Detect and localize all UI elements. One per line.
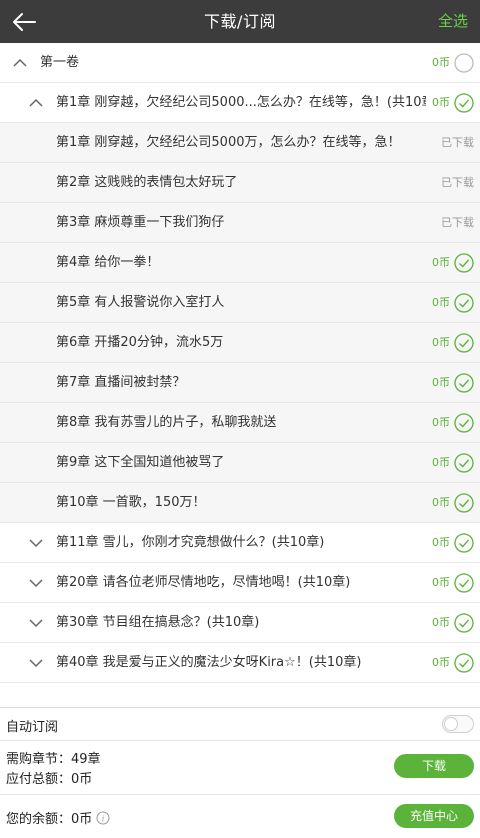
selected-check-icon[interactable] bbox=[454, 453, 474, 473]
selected-check-icon[interactable] bbox=[454, 493, 474, 513]
chapter-row[interactable]: 第6章 开播20分钟，流水5万 0币 bbox=[0, 323, 480, 363]
chapter-title: 第1章 刚穿越，欠经纪公司5000万，怎么办？在线等，急！ bbox=[56, 135, 401, 150]
auto-subscribe-toggle[interactable] bbox=[442, 715, 474, 733]
download-button[interactable]: 下载 bbox=[394, 754, 474, 778]
chapter-group-label: 第30章 节目组在搞悬念？(共10章) bbox=[56, 615, 260, 630]
chevron-down-icon[interactable] bbox=[28, 535, 44, 551]
chapter-title: 第10章 一首歌，150万！ bbox=[56, 495, 206, 510]
chapter-title: 第6章 开播20分钟，流水5万 bbox=[56, 335, 224, 350]
svg-text:i: i bbox=[102, 814, 105, 823]
volume-price: 0币 bbox=[432, 56, 450, 69]
toggle-knob bbox=[444, 717, 458, 731]
chevron-up-icon[interactable] bbox=[28, 95, 44, 111]
subscription-summary: 自动订阅 需购章节：49章 应付总额：0币 下载 您的余额：0币 i 充值中心 bbox=[0, 707, 480, 838]
chapter-title: 第4章 给你一拳！ bbox=[56, 255, 160, 270]
chapter-group-row[interactable]: 第40章 我是爱与正义的魔法少女呀Kira☆！(共10章) 0币 bbox=[0, 643, 480, 683]
chapter-title: 第9章 这下全国知道他被骂了 bbox=[56, 455, 225, 470]
chapter-group-row[interactable]: 第30章 节目组在搞悬念？(共10章) 0币 bbox=[0, 603, 480, 643]
chapter-title: 第5章 有人报警说你入室打人 bbox=[56, 295, 225, 310]
selected-check-icon[interactable] bbox=[454, 573, 474, 593]
chapter-row[interactable]: 第2章 这贱贱的表情包太好玩了 已下载 bbox=[0, 163, 480, 203]
chapter-price: 0币 bbox=[432, 256, 450, 269]
chapter-group-label: 第20章 请各位老师尽情地吃，尽情地喝！(共10章) bbox=[56, 575, 351, 590]
chapter-row[interactable]: 第4章 给你一拳！ 0币 bbox=[0, 243, 480, 283]
chapter-row[interactable]: 第3章 麻烦尊重一下我们狗仔 已下载 bbox=[0, 203, 480, 243]
divider bbox=[0, 794, 480, 795]
downloaded-status: 已下载 bbox=[441, 176, 474, 189]
chapter-price: 0币 bbox=[432, 496, 450, 509]
chapter-group-row[interactable]: 第1章 刚穿越，欠经纪公司5000...怎么办？在线等，急！(共10章) 0币 bbox=[0, 83, 480, 123]
chapter-group-price: 0币 bbox=[432, 616, 450, 629]
downloaded-status: 已下载 bbox=[441, 216, 474, 229]
chapter-group-price: 0币 bbox=[432, 656, 450, 669]
chapter-group-label: 第11章 雪儿，你刚才究竟想做什么？(共10章) bbox=[56, 535, 325, 550]
top-bar: 下载/订阅 全选 bbox=[0, 0, 480, 43]
downloaded-status: 已下载 bbox=[441, 136, 474, 149]
chapter-title: 第2章 这贱贱的表情包太好玩了 bbox=[56, 175, 238, 190]
chapter-row[interactable]: 第8章 我有苏雪儿的片子，私聊我就送 0币 bbox=[0, 403, 480, 443]
chapter-row[interactable]: 第10章 一首歌，150万！ 0币 bbox=[0, 483, 480, 523]
need-chapters: 需购章节：49章 bbox=[6, 752, 101, 767]
auto-subscribe-label: 自动订阅 bbox=[6, 720, 59, 735]
select-all-button[interactable]: 全选 bbox=[438, 0, 468, 43]
chevron-down-icon[interactable] bbox=[28, 655, 44, 671]
chevron-down-icon[interactable] bbox=[28, 575, 44, 591]
chevron-down-icon[interactable] bbox=[28, 615, 44, 631]
selected-check-icon[interactable] bbox=[454, 293, 474, 313]
selected-check-icon[interactable] bbox=[454, 93, 474, 113]
chapter-group-row[interactable]: 第20章 请各位老师尽情地吃，尽情地喝！(共10章) 0币 bbox=[0, 563, 480, 603]
chapter-row[interactable]: 第7章 直播间被封禁？ 0币 bbox=[0, 363, 480, 403]
total-amount: 应付总额：0币 bbox=[6, 772, 93, 787]
unselected-circle-icon[interactable] bbox=[454, 53, 474, 73]
info-icon[interactable]: i bbox=[96, 811, 110, 825]
selected-check-icon[interactable] bbox=[454, 373, 474, 393]
selected-check-icon[interactable] bbox=[454, 333, 474, 353]
balance-text: 您的余额：0币 bbox=[6, 812, 93, 827]
selected-check-icon[interactable] bbox=[454, 533, 474, 553]
chevron-up-icon[interactable] bbox=[12, 55, 28, 71]
chapter-row[interactable]: 第9章 这下全国知道他被骂了 0币 bbox=[0, 443, 480, 483]
chapter-group-price: 0币 bbox=[432, 536, 450, 549]
divider bbox=[0, 740, 480, 741]
chapter-price: 0币 bbox=[432, 416, 450, 429]
volume-row[interactable]: 第一卷 0币 bbox=[0, 43, 480, 83]
selected-check-icon[interactable] bbox=[454, 253, 474, 273]
chapter-row[interactable]: 第1章 刚穿越，欠经纪公司5000万，怎么办？在线等，急！ 已下载 bbox=[0, 123, 480, 163]
page-title: 下载/订阅 bbox=[204, 12, 276, 31]
selected-check-icon[interactable] bbox=[454, 413, 474, 433]
chapter-title: 第3章 麻烦尊重一下我们狗仔 bbox=[56, 215, 225, 230]
volume-label: 第一卷 bbox=[40, 55, 80, 70]
selected-check-icon[interactable] bbox=[454, 613, 474, 633]
chapter-title: 第7章 直播间被封禁？ bbox=[56, 375, 186, 390]
chapter-row[interactable]: 第5章 有人报警说你入室打人 0币 bbox=[0, 283, 480, 323]
chapter-group-price: 0币 bbox=[432, 96, 450, 109]
selected-check-icon[interactable] bbox=[454, 653, 474, 673]
chapter-price: 0币 bbox=[432, 456, 450, 469]
chapter-group-price: 0币 bbox=[432, 576, 450, 589]
chapter-price: 0币 bbox=[432, 296, 450, 309]
chapter-group-label: 第40章 我是爱与正义的魔法少女呀Kira☆！(共10章) bbox=[56, 655, 362, 670]
chapter-list[interactable]: 第一卷 0币 第1章 刚穿越，欠经纪公司5000...怎么办？在线等，急！(共1… bbox=[0, 43, 480, 707]
chapter-price: 0币 bbox=[432, 336, 450, 349]
balance-line: 您的余额：0币 i bbox=[6, 808, 110, 827]
chapter-group-label: 第1章 刚穿越，欠经纪公司5000...怎么办？在线等，急！(共10章) bbox=[56, 95, 426, 110]
chapter-price: 0币 bbox=[432, 376, 450, 389]
chapter-group-row[interactable]: 第11章 雪儿，你刚才究竟想做什么？(共10章) 0币 bbox=[0, 523, 480, 563]
chapter-title: 第8章 我有苏雪儿的片子，私聊我就送 bbox=[56, 415, 277, 430]
recharge-button[interactable]: 充值中心 bbox=[394, 804, 474, 828]
